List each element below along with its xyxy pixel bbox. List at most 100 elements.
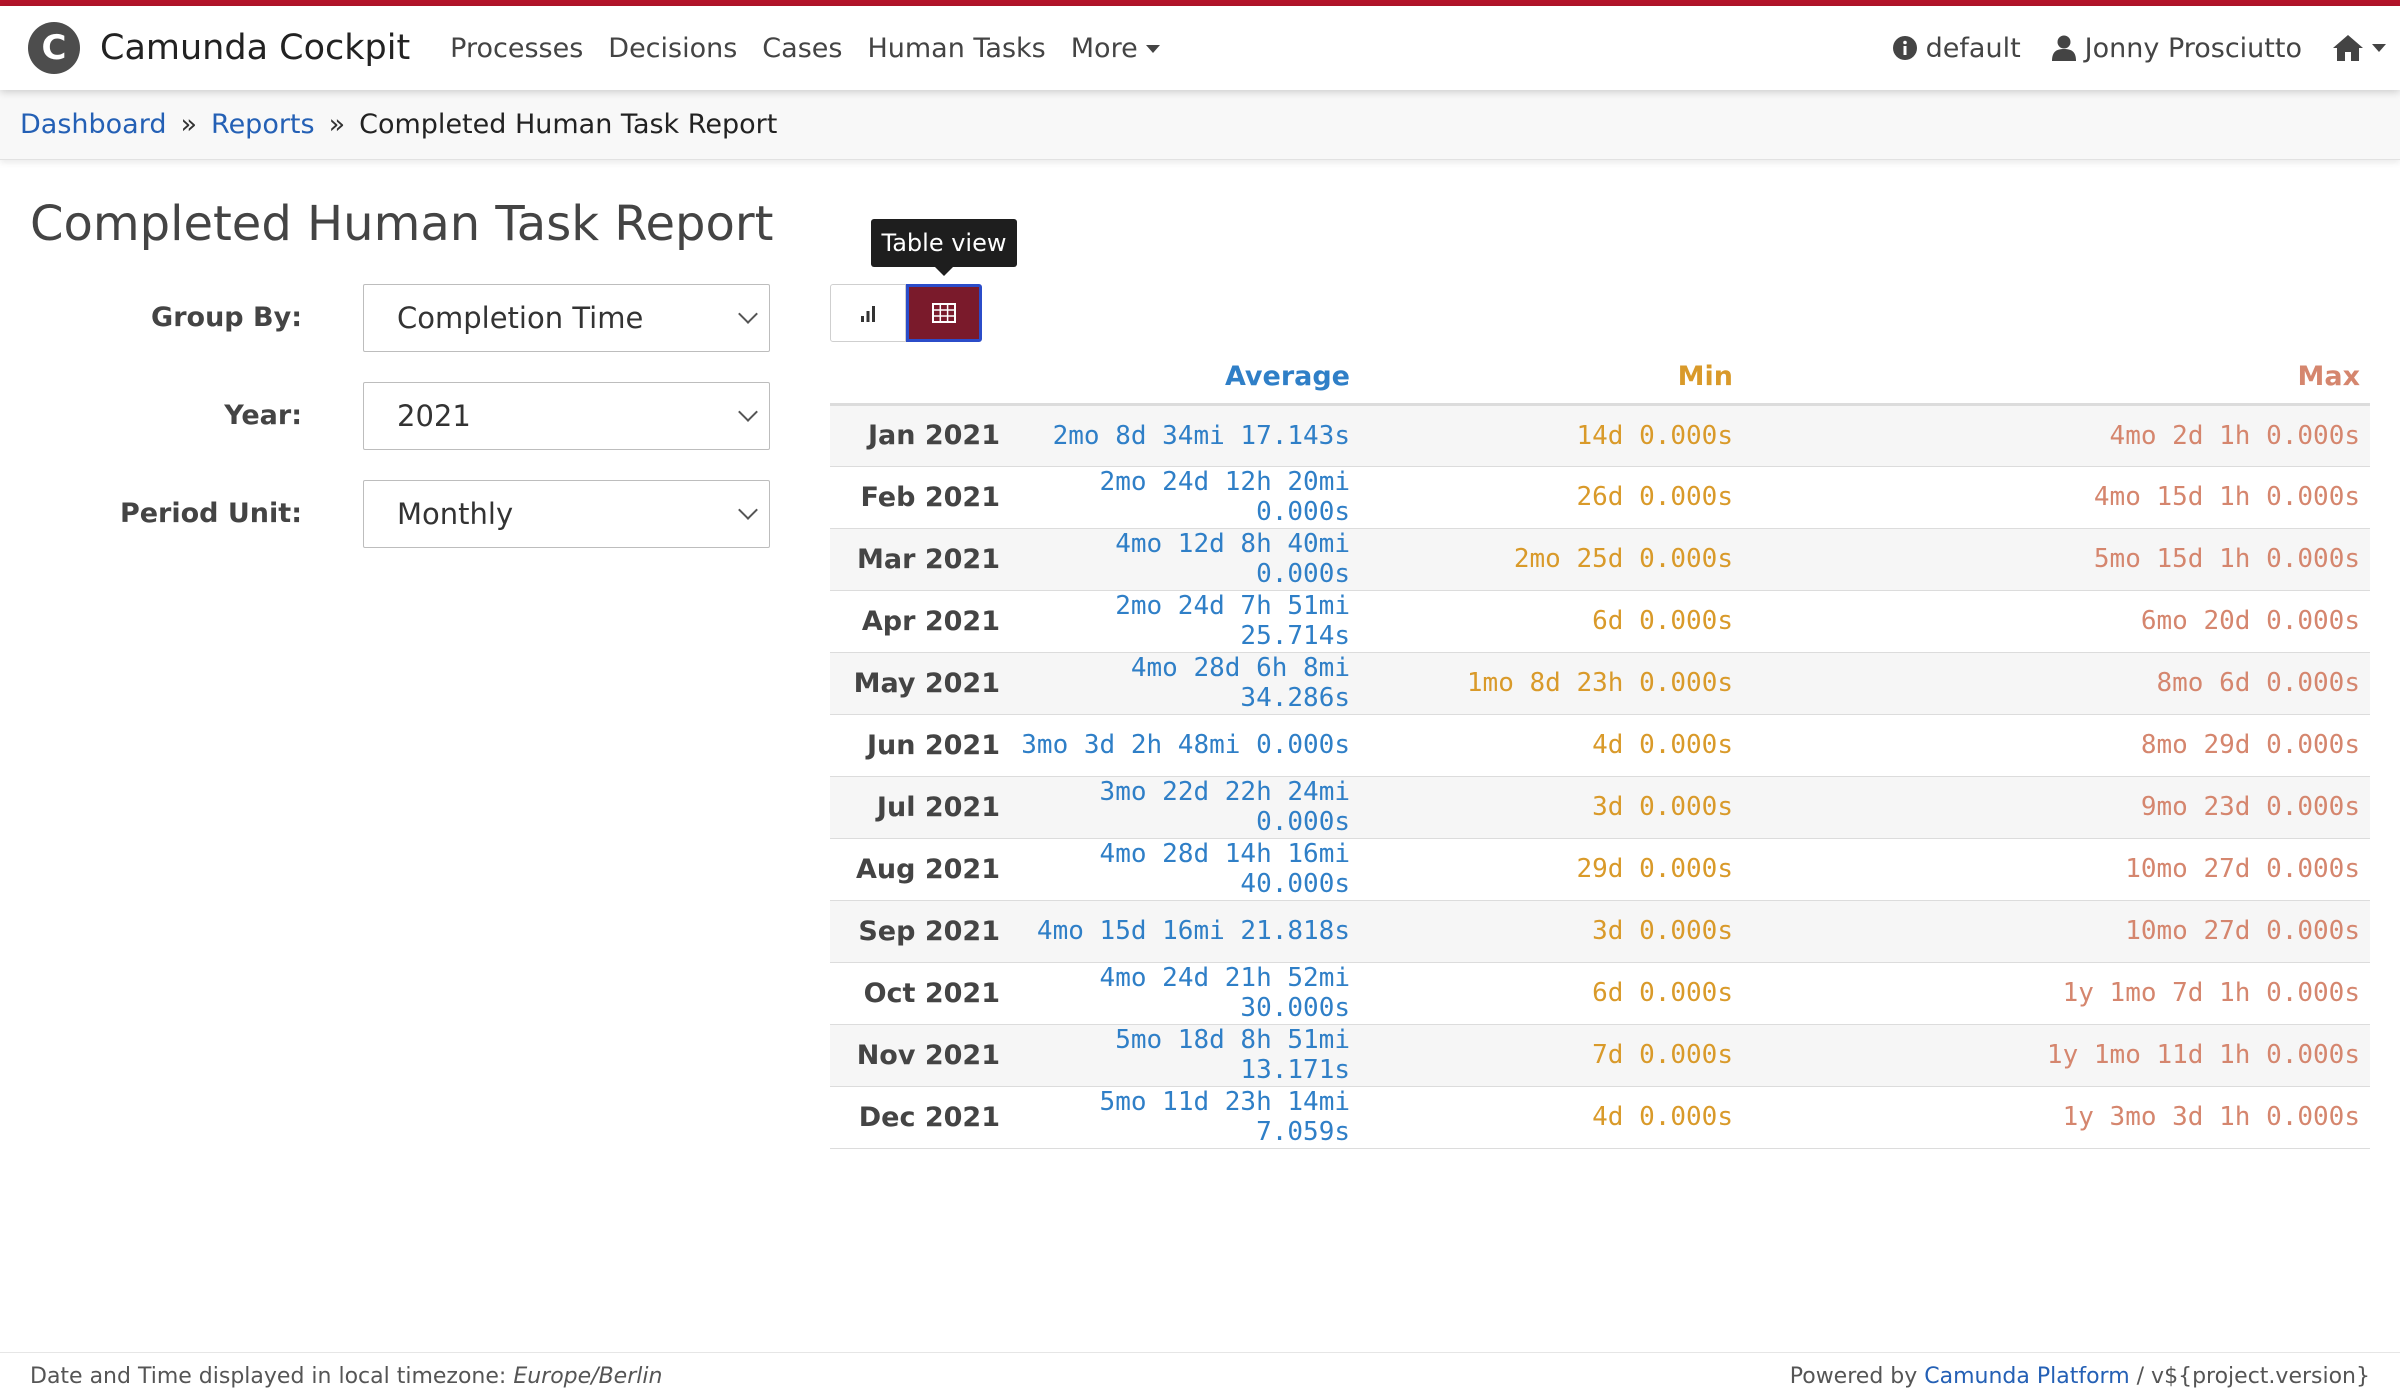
cell-average: 5mo 18d 8h 51mi 13.171s [1010,1024,1360,1087]
cell-period: Aug 2021 [830,838,1010,901]
cell-average: 2mo 24d 12h 20mi 0.000s [1010,466,1360,529]
table-view-button[interactable] [906,284,982,342]
period-unit-label: Period Unit: [119,498,302,529]
cell-average: 4mo 28d 14h 16mi 40.000s [1010,838,1360,901]
home-menu[interactable] [2332,34,2386,62]
header-min[interactable]: Min [1360,350,1743,406]
breadcrumb-separator: » [180,109,198,140]
info-circle-icon [1892,36,1917,60]
chevron-down-icon [738,402,758,422]
cell-max: 4mo 15d 1h 0.000s [1743,466,2370,529]
year-value: 2021 [397,399,471,433]
user-icon [2051,35,2076,61]
period-unit-value: Monthly [397,497,514,531]
home-caret-down-icon [2372,44,2386,52]
nav-more-dropdown[interactable]: More [1071,33,1160,64]
brand[interactable]: C Camunda Cockpit [28,22,410,74]
caret-down-icon [1145,45,1160,53]
header-average[interactable]: Average [1010,350,1360,406]
cell-min: 4d 0.000s [1360,714,1743,777]
cell-max: 10mo 27d 0.000s [1743,900,2370,963]
version-label: / v${project.version} [2136,1364,2370,1389]
breadcrumb-reports[interactable]: Reports [211,109,315,140]
group-by-value: Completion Time [397,301,644,335]
year-select[interactable]: 2021 [363,382,770,450]
group-by-select[interactable]: Completion Time [363,284,770,352]
cell-max: 8mo 29d 0.000s [1743,714,2370,777]
engine-selector[interactable]: default [1892,33,2021,64]
chart-view-button[interactable] [830,284,906,342]
cell-min: 1mo 8d 23h 0.000s [1360,652,1743,715]
table-row: Feb 2021 2mo 24d 12h 20mi 0.000s 26d 0.0… [830,466,2370,529]
cell-period: Nov 2021 [830,1024,1010,1087]
table-row: Dec 2021 5mo 11d 23h 14mi 7.059s 4d 0.00… [830,1086,2370,1149]
brand-name: Camunda Cockpit [100,28,411,68]
cell-max: 8mo 6d 0.000s [1743,652,2370,715]
nav-decisions[interactable]: Decisions [608,33,737,64]
nav-right: default Jonny Prosciutto [1892,33,2386,64]
cell-max: 1y 1mo 7d 1h 0.000s [1743,962,2370,1025]
cell-average: 4mo 15d 16mi 21.818s [1010,900,1360,963]
user-menu[interactable]: Jonny Prosciutto [2051,33,2302,64]
cell-max: 5mo 15d 1h 0.000s [1743,528,2370,591]
timezone-notice: Date and Time displayed in local timezon… [30,1364,662,1389]
cell-min: 4d 0.000s [1360,1086,1743,1149]
bar-chart-icon [861,306,875,322]
table-header-row: Average Min Max [830,350,2370,406]
cell-average: 4mo 24d 21h 52mi 30.000s [1010,962,1360,1025]
header-period [830,350,1010,406]
table-row: Oct 2021 4mo 24d 21h 52mi 30.000s 6d 0.0… [830,962,2370,1025]
cell-min: 3d 0.000s [1360,900,1743,963]
year-label: Year: [224,400,302,431]
breadcrumb-dashboard[interactable]: Dashboard [20,109,166,140]
cell-min: 3d 0.000s [1360,776,1743,839]
table-row: Mar 2021 4mo 12d 8h 40mi 0.000s 2mo 25d … [830,528,2370,591]
year-row: Year: 2021 [0,382,800,450]
nav-human-tasks[interactable]: Human Tasks [867,33,1045,64]
cell-period: Jul 2021 [830,776,1010,839]
cell-min: 6d 0.000s [1360,590,1743,653]
cell-min: 14d 0.000s [1360,404,1743,467]
cell-max: 10mo 27d 0.000s [1743,838,2370,901]
tooltip-arrow [935,267,953,276]
timezone-prefix: Date and Time displayed in local timezon… [30,1364,507,1389]
camunda-platform-link[interactable]: Camunda Platform [1924,1364,2129,1389]
table-row: Sep 2021 4mo 15d 16mi 21.818s 3d 0.000s … [830,900,2370,963]
cell-max: 1y 3mo 3d 1h 0.000s [1743,1086,2370,1149]
powered-prefix: Powered by [1789,1364,1918,1389]
cell-average: 2mo 24d 7h 51mi 25.714s [1010,590,1360,653]
period-unit-select[interactable]: Monthly [363,480,770,548]
cell-average: 3mo 3d 2h 48mi 0.000s [1010,714,1360,777]
cell-period: Jan 2021 [830,404,1010,467]
cell-average: 5mo 11d 23h 14mi 7.059s [1010,1086,1360,1149]
cell-min: 6d 0.000s [1360,962,1743,1025]
camunda-logo-icon: C [28,22,80,74]
timezone-value: Europe/Berlin [513,1364,663,1389]
nav-more-label: More [1070,32,1138,64]
cell-max: 4mo 2d 1h 0.000s [1743,404,2370,467]
table-row: Aug 2021 4mo 28d 14h 16mi 40.000s 29d 0.… [830,838,2370,901]
footer: Date and Time displayed in local timezon… [0,1352,2400,1400]
top-navbar: C Camunda Cockpit Processes Decisions Ca… [0,6,2400,90]
cell-max: 1y 1mo 11d 1h 0.000s [1743,1024,2370,1087]
table-row: Apr 2021 2mo 24d 7h 51mi 25.714s 6d 0.00… [830,590,2370,653]
table-row: Nov 2021 5mo 18d 8h 51mi 13.171s 7d 0.00… [830,1024,2370,1087]
cell-period: Feb 2021 [830,466,1010,529]
nav-processes[interactable]: Processes [450,33,583,64]
cell-average: 2mo 8d 34mi 17.143s [1010,404,1360,467]
cell-max: 9mo 23d 0.000s [1743,776,2370,839]
cell-period: May 2021 [830,652,1010,715]
breadcrumb-separator: » [328,109,346,140]
period-unit-row: Period Unit: Monthly [0,480,800,548]
cell-average: 3mo 22d 22h 24mi 0.000s [1010,776,1360,839]
cell-period: Apr 2021 [830,590,1010,653]
report-table: Average Min Max Jan 2021 2mo 8d 34mi 17.… [830,350,2370,1149]
table-row: May 2021 4mo 28d 6h 8mi 34.286s 1mo 8d 2… [830,652,2370,715]
table-grid-icon [932,303,956,323]
table-row: Jan 2021 2mo 8d 34mi 17.143s 14d 0.000s … [830,404,2370,467]
table-row: Jun 2021 3mo 3d 2h 48mi 0.000s 4d 0.000s… [830,714,2370,777]
breadcrumb-current: Completed Human Task Report [359,109,778,140]
nav-cases[interactable]: Cases [762,33,842,64]
cell-average: 4mo 12d 8h 40mi 0.000s [1010,528,1360,591]
header-max[interactable]: Max [1743,350,2370,406]
